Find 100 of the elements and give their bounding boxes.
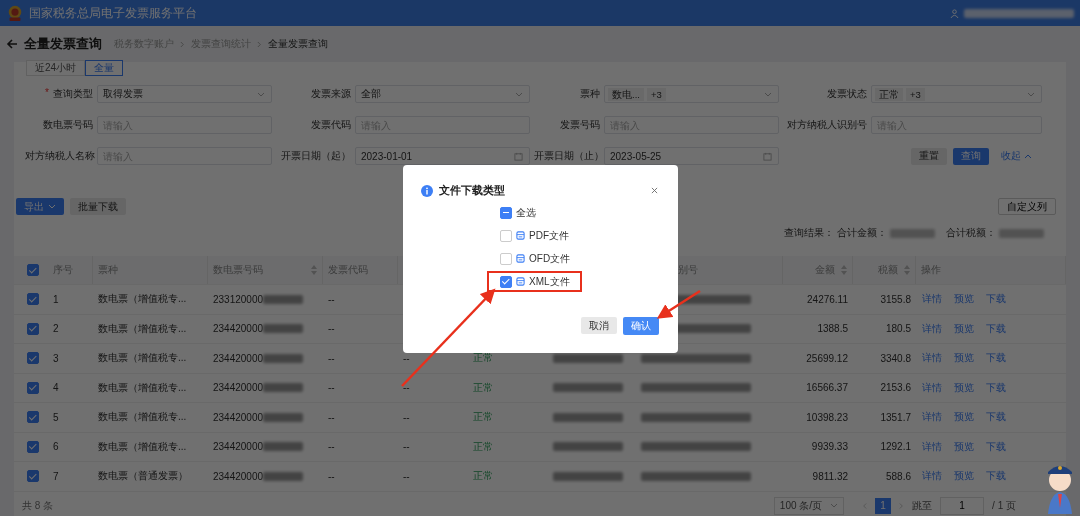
table-cell: -- — [403, 352, 410, 364]
action-link[interactable]: 预览 — [954, 321, 974, 336]
select-field[interactable]: 数电... +3 — [604, 85, 779, 103]
blurred-text — [263, 471, 304, 481]
field-label: 发票代码 — [310, 118, 351, 132]
action-link[interactable]: 预览 — [954, 439, 974, 454]
checkbox[interactable] — [27, 381, 39, 394]
option-label: 全选 — [516, 205, 536, 220]
annotation-arrow — [656, 289, 701, 319]
info-icon — [421, 184, 433, 197]
blurred-text — [263, 294, 304, 304]
checkbox[interactable] — [500, 229, 512, 242]
batch-download-button[interactable]: 批量下载 — [70, 198, 126, 215]
table-cell: 数电票（增值税专... — [98, 380, 187, 395]
action-link[interactable]: 下载 — [986, 321, 1006, 336]
action-link[interactable]: 下载 — [986, 439, 1006, 454]
action-link[interactable]: 详情 — [922, 380, 942, 395]
blurred-text — [263, 412, 304, 422]
checkbox[interactable] — [500, 206, 512, 219]
table-cell: 234420000 — [213, 352, 264, 364]
tag: 数电... — [608, 87, 644, 101]
action-link[interactable]: 下载 — [986, 292, 1006, 307]
status-text: 正常 — [473, 439, 493, 454]
reset-button[interactable]: 重置 — [911, 147, 947, 165]
action-link[interactable]: 预览 — [954, 292, 974, 307]
close-icon[interactable] — [651, 187, 658, 194]
checkbox[interactable] — [500, 252, 512, 265]
table-cell: 234420000 — [213, 470, 264, 482]
action-link[interactable]: 详情 — [922, 410, 942, 425]
select-field[interactable]: 取得发票 — [97, 85, 272, 103]
action-link[interactable]: 下载 — [986, 410, 1006, 425]
action-link[interactable]: 预览 — [954, 469, 974, 484]
checkbox[interactable] — [27, 411, 39, 424]
checkbox[interactable] — [27, 470, 39, 483]
action-link[interactable]: 下载 — [986, 351, 1006, 366]
blurred-text — [890, 228, 935, 238]
total-count: 共 8 条 — [22, 498, 54, 513]
table-cell: -- — [328, 323, 335, 335]
action-link[interactable]: 详情 — [922, 469, 942, 484]
search-button[interactable]: 查询 — [953, 147, 989, 165]
checkbox[interactable] — [27, 293, 39, 306]
page-size-select[interactable]: 100 条/页 — [773, 496, 845, 515]
table-cell: -- — [403, 411, 410, 423]
action-link[interactable]: 详情 — [922, 321, 942, 336]
page-title: 全量发票查询 — [24, 35, 102, 53]
tab[interactable]: 近24小时 — [26, 60, 86, 76]
action-link[interactable]: 预览 — [954, 410, 974, 425]
site-title: 国家税务总局电子发票服务平台 — [29, 4, 197, 22]
table-cell: 数电票（增值税专... — [98, 292, 187, 307]
sort-icon[interactable] — [311, 265, 317, 275]
field-label: 数电票号码 — [42, 118, 93, 132]
cancel-button[interactable]: 取消 — [581, 317, 617, 334]
select-field[interactable]: 正常 +3 — [871, 85, 1042, 103]
action-link[interactable]: 预览 — [954, 380, 974, 395]
back-icon[interactable] — [6, 38, 18, 50]
table-cell: 数电票（增值税专... — [98, 321, 187, 336]
checkbox[interactable] — [27, 322, 39, 335]
table-cell: 588.6 — [885, 470, 911, 482]
breadcrumb-link[interactable]: 全量发票查询 — [268, 37, 328, 51]
sort-icon[interactable] — [841, 265, 847, 275]
date-field[interactable]: 2023-01-01 — [355, 147, 530, 165]
checkbox[interactable] — [27, 440, 39, 453]
export-button[interactable]: 导出 — [16, 198, 64, 215]
field-label: 对方纳税人名称 — [25, 149, 93, 163]
table-cell: 2 — [53, 323, 59, 335]
sort-icon[interactable] — [904, 265, 910, 275]
caret-icon — [764, 91, 772, 97]
field-label: 发票来源 — [310, 87, 351, 101]
action-link[interactable]: 下载 — [986, 469, 1006, 484]
blurred-text — [263, 353, 304, 363]
collapse-link[interactable]: 收起 — [1001, 149, 1032, 163]
action-link[interactable]: 详情 — [922, 439, 942, 454]
user-icon[interactable] — [950, 8, 959, 18]
page-input[interactable]: 1 — [940, 496, 985, 515]
status-text: 正常 — [473, 469, 493, 484]
date-field[interactable]: 2023-05-25 — [604, 147, 779, 165]
select-field[interactable]: 全部 — [355, 85, 530, 103]
table-cell: -- — [328, 470, 335, 482]
table-cell: 2153.6 — [880, 382, 911, 394]
table-cell: 数电票（增值税专... — [98, 351, 187, 366]
emblem-icon — [6, 4, 24, 22]
action-link[interactable]: 预览 — [954, 351, 974, 366]
action-link[interactable]: 详情 — [922, 292, 942, 307]
action-link[interactable]: 详情 — [922, 351, 942, 366]
confirm-button[interactable]: 确认 — [623, 317, 659, 335]
summary-label: 查询结果： — [784, 226, 834, 240]
tab[interactable]: 全量 — [85, 60, 124, 76]
field-label: 票种 — [579, 87, 600, 101]
table-cell: 6 — [53, 441, 59, 453]
field-label: 发票号码 — [559, 118, 600, 132]
blurred-text — [553, 353, 623, 363]
checkbox[interactable] — [500, 275, 512, 288]
checkbox[interactable] — [27, 264, 39, 276]
page-button[interactable]: 1 — [875, 497, 892, 514]
field-label: 发票状态 — [826, 87, 867, 101]
custom-columns-button[interactable]: 自定义列 — [998, 198, 1056, 215]
table-cell: 数电票（增值税专... — [98, 410, 187, 425]
table-cell: 4 — [53, 382, 59, 394]
action-link[interactable]: 下载 — [986, 380, 1006, 395]
checkbox[interactable] — [27, 352, 39, 365]
